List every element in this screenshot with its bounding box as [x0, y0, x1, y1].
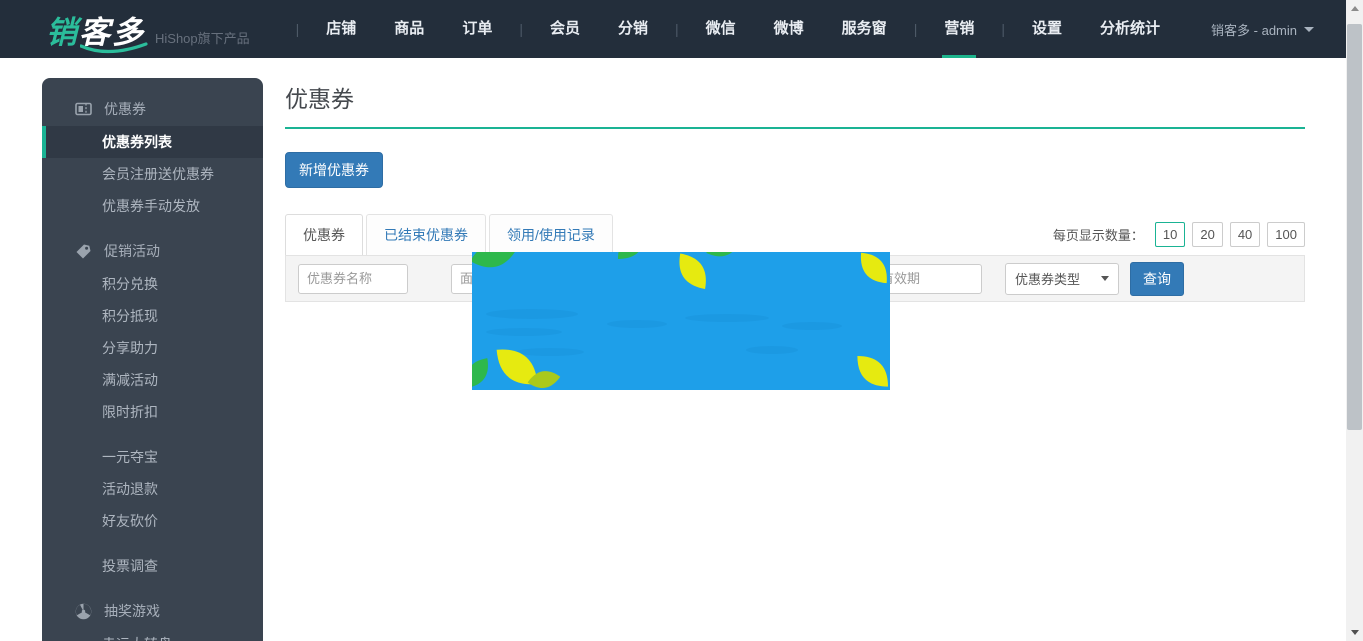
nav-divider: |	[914, 21, 918, 37]
nav-item-marketing[interactable]: 营销	[942, 0, 976, 58]
tabs: 优惠券已结束优惠券领用/使用记录	[285, 213, 616, 255]
coupon-name-input[interactable]	[298, 264, 408, 294]
sidebar-item-points-exchange[interactable]: 积分兑换	[42, 268, 263, 300]
sidebar-section-tag: 促销活动	[42, 234, 263, 268]
page-size-option-100[interactable]: 100	[1267, 222, 1305, 247]
tag-icon	[75, 243, 92, 260]
nav-item-goods[interactable]: 商品	[392, 0, 426, 58]
user-menu-label: 销客多 - admin	[1211, 20, 1297, 39]
coupon-icon	[75, 101, 92, 118]
sidebar-section-coupon: 优惠券	[42, 92, 263, 126]
logo-subtitle: HiShop旗下产品	[155, 28, 250, 47]
nav-item-settings[interactable]: 设置	[1030, 0, 1064, 58]
add-coupon-button[interactable]: 新增优惠券	[285, 152, 383, 188]
page-size-options: 10 20 40 100	[1148, 222, 1305, 247]
sidebar-item-activity-refund[interactable]: 活动退款	[42, 473, 263, 505]
sidebar-item-coupon-list[interactable]: 优惠券列表	[42, 126, 263, 158]
sidebar-item-share-boost[interactable]: 分享助力	[42, 332, 263, 364]
sidebar-item-full-reduction[interactable]: 满减活动	[42, 364, 263, 396]
sidebar-item-vote-survey[interactable]: 投票调查	[42, 550, 263, 582]
tab-usage-records[interactable]: 领用/使用记录	[489, 214, 613, 256]
tab-ended-coupons[interactable]: 已结束优惠券	[366, 214, 486, 256]
nav-item-shop[interactable]: 店铺	[324, 0, 358, 58]
sidebar-item-lucky-wheel[interactable]: 幸运大转盘	[42, 628, 263, 641]
chevron-down-icon	[1304, 27, 1314, 32]
select-value: 优惠券类型	[1015, 269, 1080, 288]
user-menu[interactable]: 销客多 - admin	[1211, 0, 1314, 58]
sidebar-item-time-discount[interactable]: 限时折扣	[42, 396, 263, 428]
sidebar-section-label: 抽奖游戏	[104, 601, 160, 621]
tabs-row: 优惠券已结束优惠券领用/使用记录 每页显示数量： 10 20 40 100	[285, 213, 1305, 255]
sidebar: 优惠券优惠券列表会员注册送优惠券优惠券手动发放促销活动积分兑换积分抵现分享助力满…	[42, 78, 263, 641]
scrollbar-thumb[interactable]	[1347, 24, 1362, 430]
nav-item-orders[interactable]: 订单	[460, 0, 494, 58]
nav-item-distribution[interactable]: 分销	[616, 0, 650, 58]
nav-item-weibo[interactable]: 微博	[772, 0, 806, 58]
page-size-option-10[interactable]: 10	[1155, 222, 1185, 247]
wheel-icon	[75, 603, 92, 620]
main-nav: | 店铺商品订单 | 会员分销 | 微信微博服务窗 | 营销 | 设置分析统计	[288, 0, 1179, 58]
nav-item-service-window[interactable]: 服务窗	[840, 0, 889, 58]
sidebar-section-label: 优惠券	[104, 99, 146, 119]
page-size-option-40[interactable]: 40	[1230, 222, 1260, 247]
sidebar-item-friend-bargain[interactable]: 好友砍价	[42, 505, 263, 537]
scroll-up-icon[interactable]	[1346, 0, 1363, 17]
page-size-control: 每页显示数量： 10 20 40 100	[1053, 222, 1305, 255]
sidebar-section-label: 促销活动	[104, 241, 160, 261]
nav-divider: |	[675, 21, 679, 37]
tab-coupons[interactable]: 优惠券	[285, 214, 363, 256]
sidebar-item-one-yuan-treasure[interactable]: 一元夺宝	[42, 441, 263, 473]
nav-item-members[interactable]: 会员	[548, 0, 582, 58]
nav-divider: |	[1001, 21, 1005, 37]
nav-item-wechat[interactable]: 微信	[704, 0, 738, 58]
sidebar-item-register-gift-coupon[interactable]: 会员注册送优惠券	[42, 158, 263, 190]
page-title: 优惠券	[285, 80, 1305, 129]
select-caret-icon	[1101, 276, 1109, 281]
page-size-label: 每页显示数量：	[1053, 225, 1144, 244]
logo-swoosh	[80, 42, 148, 56]
nav-divider: |	[519, 21, 523, 37]
nav-divider: |	[296, 21, 300, 37]
sidebar-section-wheel: 抽奖游戏	[42, 594, 263, 628]
nav-item-analytics[interactable]: 分析统计	[1098, 0, 1162, 58]
app-logo: 销客多 HiShop旗下产品	[46, 7, 250, 52]
app-root: 销客多 HiShop旗下产品 | 店铺商品订单 | 会员分销 | 微信微博服务窗 | 营销 | 设…	[0, 0, 1363, 641]
search-button[interactable]: 查询	[1130, 262, 1184, 296]
sidebar-item-manual-coupon[interactable]: 优惠券手动发放	[42, 190, 263, 222]
page-size-option-20[interactable]: 20	[1192, 222, 1222, 247]
scroll-down-icon[interactable]	[1346, 624, 1363, 641]
promo-banner-image	[472, 252, 890, 390]
sidebar-item-points-cash[interactable]: 积分抵现	[42, 300, 263, 332]
top-navbar: 销客多 HiShop旗下产品 | 店铺商品订单 | 会员分销 | 微信微博服务窗 | 营销 | 设…	[0, 0, 1346, 58]
coupon-type-select[interactable]: 优惠券类型	[1005, 263, 1119, 295]
scrollbar[interactable]	[1346, 0, 1363, 641]
